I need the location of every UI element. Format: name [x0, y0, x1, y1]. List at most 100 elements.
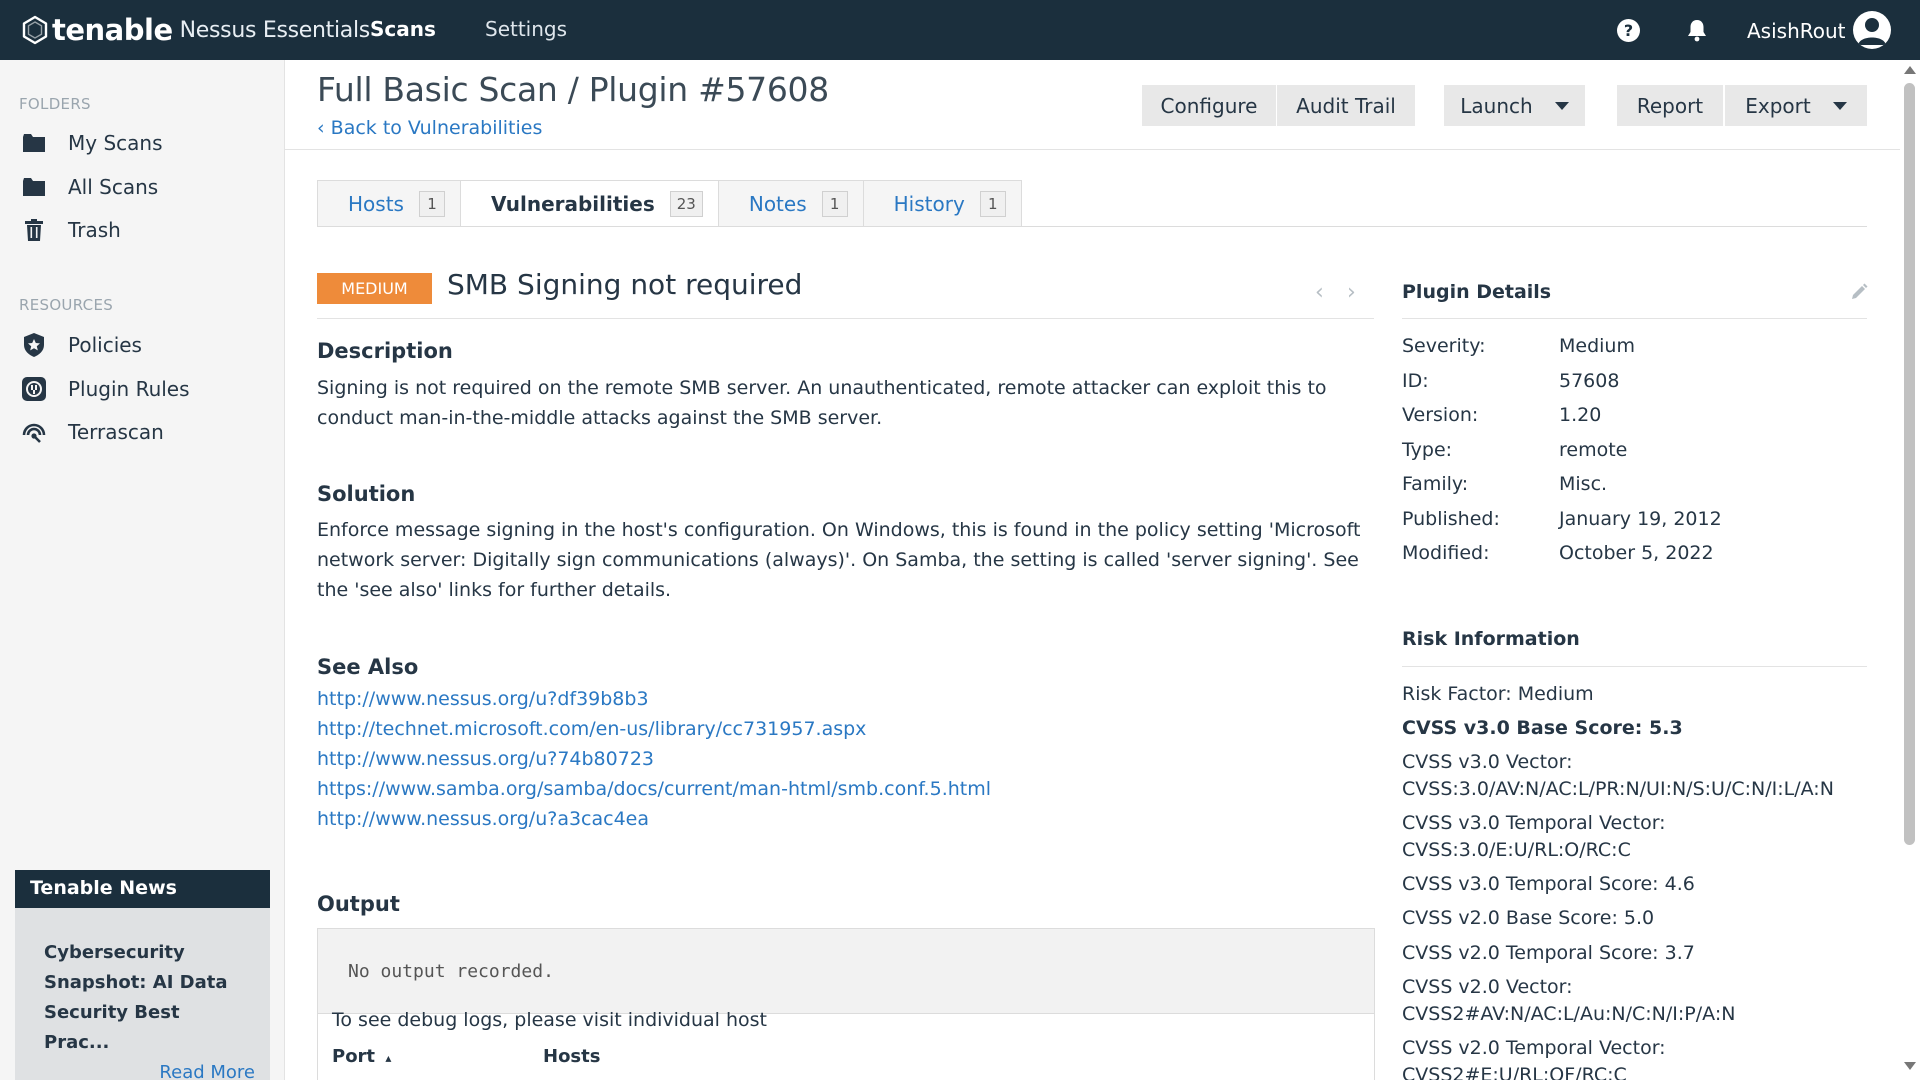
back-to-vulnerabilities-link[interactable]: ‹ Back to Vulnerabilities — [317, 117, 542, 139]
cvss3-temporal-vector: CVSS:3.0/E:U/RL:O/RC:C — [1402, 839, 1631, 861]
tab-notes[interactable]: Notes 1 — [718, 180, 864, 227]
cvss3-base-score: CVSS v3.0 Base Score: 5.3 — [1402, 717, 1683, 739]
main-content: Full Basic Scan / Plugin #57608 ‹ Back t… — [285, 60, 1900, 1080]
detail-value-type: remote — [1559, 439, 1628, 461]
hosts-column-header[interactable]: Hosts — [543, 1046, 600, 1067]
output-heading: Output — [317, 892, 400, 916]
sidebar-item-label: Policies — [68, 333, 142, 357]
port-column-header[interactable]: Port ▴ — [332, 1046, 391, 1067]
export-label: Export — [1745, 93, 1811, 118]
risk-information-heading: Risk Information — [1402, 628, 1580, 650]
sidebar: FOLDERS My Scans All Scans Trash RESOURC… — [0, 60, 285, 1080]
sidebar-item-label: Terrascan — [68, 420, 164, 444]
plugin-details-divider — [1402, 318, 1867, 319]
solution-text: Enforce message signing in the host's co… — [317, 519, 1361, 601]
cvss2-vector: CVSS2#AV:N/AC:L/Au:N/C:N/I:P/A:N — [1402, 1003, 1736, 1025]
tenable-logo[interactable]: tenable Nessus Essentials — [20, 13, 370, 47]
bell-icon[interactable] — [1686, 18, 1708, 42]
launch-button[interactable]: Launch — [1444, 85, 1585, 126]
cvss3-vector-label: CVSS v3.0 Vector: — [1402, 751, 1573, 773]
sidebar-item-label: Plugin Rules — [68, 377, 190, 401]
solution-heading: Solution — [317, 482, 416, 506]
vulnerability-title: SMB Signing not required — [447, 268, 803, 301]
detail-label-version: Version: — [1402, 404, 1479, 426]
see-also-link[interactable]: http://www.nessus.org/u?74b80723 — [317, 748, 654, 770]
nav-settings[interactable]: Settings — [485, 17, 567, 41]
page-scrollbar[interactable] — [1900, 60, 1920, 1080]
help-icon[interactable]: ? — [1617, 19, 1640, 42]
export-button[interactable]: Export — [1725, 85, 1867, 126]
risk-factor: Risk Factor: Medium — [1402, 683, 1594, 705]
terrascan-icon — [20, 419, 48, 445]
cvss2-temporal-vector: CVSS2#E:U/RL:OF/RC:C — [1402, 1064, 1627, 1080]
nav-scans[interactable]: Scans — [370, 17, 436, 41]
cvss3-temporal-vector-label: CVSS v3.0 Temporal Vector: — [1402, 812, 1666, 834]
see-also-link[interactable]: http://www.nessus.org/u?df39b8b3 — [317, 688, 649, 710]
detail-value-id: 57608 — [1559, 370, 1620, 392]
next-vulnerability-icon[interactable]: › — [1347, 280, 1356, 305]
scroll-down-arrow-icon[interactable] — [1904, 1062, 1916, 1070]
scrollbar-thumb[interactable] — [1904, 83, 1915, 845]
sort-ascending-icon: ▴ — [385, 1051, 392, 1065]
configure-label: Configure — [1160, 93, 1258, 118]
see-also-link[interactable]: http://www.nessus.org/u?a3cac4ea — [317, 808, 649, 830]
tab-vulnerabilities[interactable]: Vulnerabilities 23 — [460, 180, 719, 227]
read-more-link[interactable]: Read More — [159, 1062, 255, 1080]
cvss3-vector: CVSS:3.0/AV:N/AC:L/PR:N/UI:N/S:U/C:N/I:L… — [1402, 778, 1834, 800]
news-heading: Tenable News — [15, 870, 270, 908]
port-header-label: Port — [332, 1046, 376, 1067]
scroll-up-arrow-icon[interactable] — [1904, 66, 1916, 74]
sidebar-item-trash[interactable]: Trash — [20, 215, 121, 245]
cvss2-vector-label: CVSS v2.0 Vector: — [1402, 976, 1573, 998]
previous-vulnerability-icon[interactable]: ‹ — [1315, 280, 1324, 305]
configure-button[interactable]: Configure — [1142, 85, 1276, 126]
tab-history[interactable]: History 1 — [863, 180, 1022, 227]
detail-value-severity: Medium — [1559, 335, 1635, 357]
product-name: Nessus Essentials — [179, 17, 371, 43]
folder-icon — [20, 174, 48, 200]
detail-value-modified: October 5, 2022 — [1559, 542, 1714, 564]
trash-icon — [20, 217, 48, 243]
username[interactable]: AsishRout — [1747, 19, 1846, 43]
detail-label-type: Type: — [1402, 439, 1453, 461]
sidebar-item-label: Trash — [68, 218, 121, 242]
news-headline[interactable]: Cybersecurity Snapshot: AI Data Security… — [15, 908, 270, 1058]
audit-trail-button[interactable]: Audit Trail — [1277, 85, 1415, 126]
detail-value-family: Misc. — [1559, 473, 1608, 495]
caret-down-icon — [1832, 101, 1847, 110]
output-box: No output recorded. — [317, 928, 1375, 1014]
sidebar-item-policies[interactable]: Policies — [20, 330, 142, 360]
report-button[interactable]: Report — [1617, 85, 1723, 126]
folder-icon — [20, 130, 48, 156]
detail-label-severity: Severity: — [1402, 335, 1486, 357]
edit-pencil-icon[interactable] — [1850, 283, 1868, 301]
sidebar-item-plugin-rules[interactable]: Plugin Rules — [20, 374, 190, 404]
user-avatar-icon[interactable] — [1853, 11, 1891, 49]
launch-label: Launch — [1460, 93, 1533, 118]
folders-heading: FOLDERS — [19, 95, 91, 113]
back-link-label: Back to Vulnerabilities — [330, 117, 543, 139]
tabs-divider — [317, 226, 1867, 227]
see-also-link[interactable]: https://www.samba.org/samba/docs/current… — [317, 778, 991, 800]
output-text: No output recorded. — [348, 961, 554, 982]
policy-badge-icon — [20, 332, 48, 358]
audit-trail-label: Audit Trail — [1296, 93, 1396, 118]
sidebar-item-label: My Scans — [68, 131, 163, 155]
cvss2-base-score: CVSS v2.0 Base Score: 5.0 — [1402, 907, 1655, 929]
caret-down-icon — [1554, 101, 1569, 110]
tenable-logo-icon — [22, 15, 48, 45]
sidebar-item-all-scans[interactable]: All Scans — [20, 172, 158, 202]
cvss3-temporal-score: CVSS v3.0 Temporal Score: 4.6 — [1402, 873, 1695, 895]
user-silhouette-icon — [1858, 18, 1886, 45]
chevron-left-icon: ‹ — [317, 117, 325, 139]
tab-label: Notes — [748, 191, 807, 216]
tab-hosts[interactable]: Hosts 1 — [317, 180, 461, 227]
sidebar-item-terrascan[interactable]: Terrascan — [20, 417, 164, 447]
debug-logs-hint: To see debug logs, please visit individu… — [332, 1009, 768, 1031]
detail-label-family: Family: — [1402, 473, 1469, 495]
tab-label: Hosts — [348, 191, 404, 216]
detail-label-published: Published: — [1402, 508, 1500, 530]
page-title: Full Basic Scan / Plugin #57608 — [317, 70, 829, 109]
see-also-link[interactable]: http://technet.microsoft.com/en-us/libra… — [317, 718, 866, 740]
sidebar-item-my-scans[interactable]: My Scans — [20, 128, 163, 158]
